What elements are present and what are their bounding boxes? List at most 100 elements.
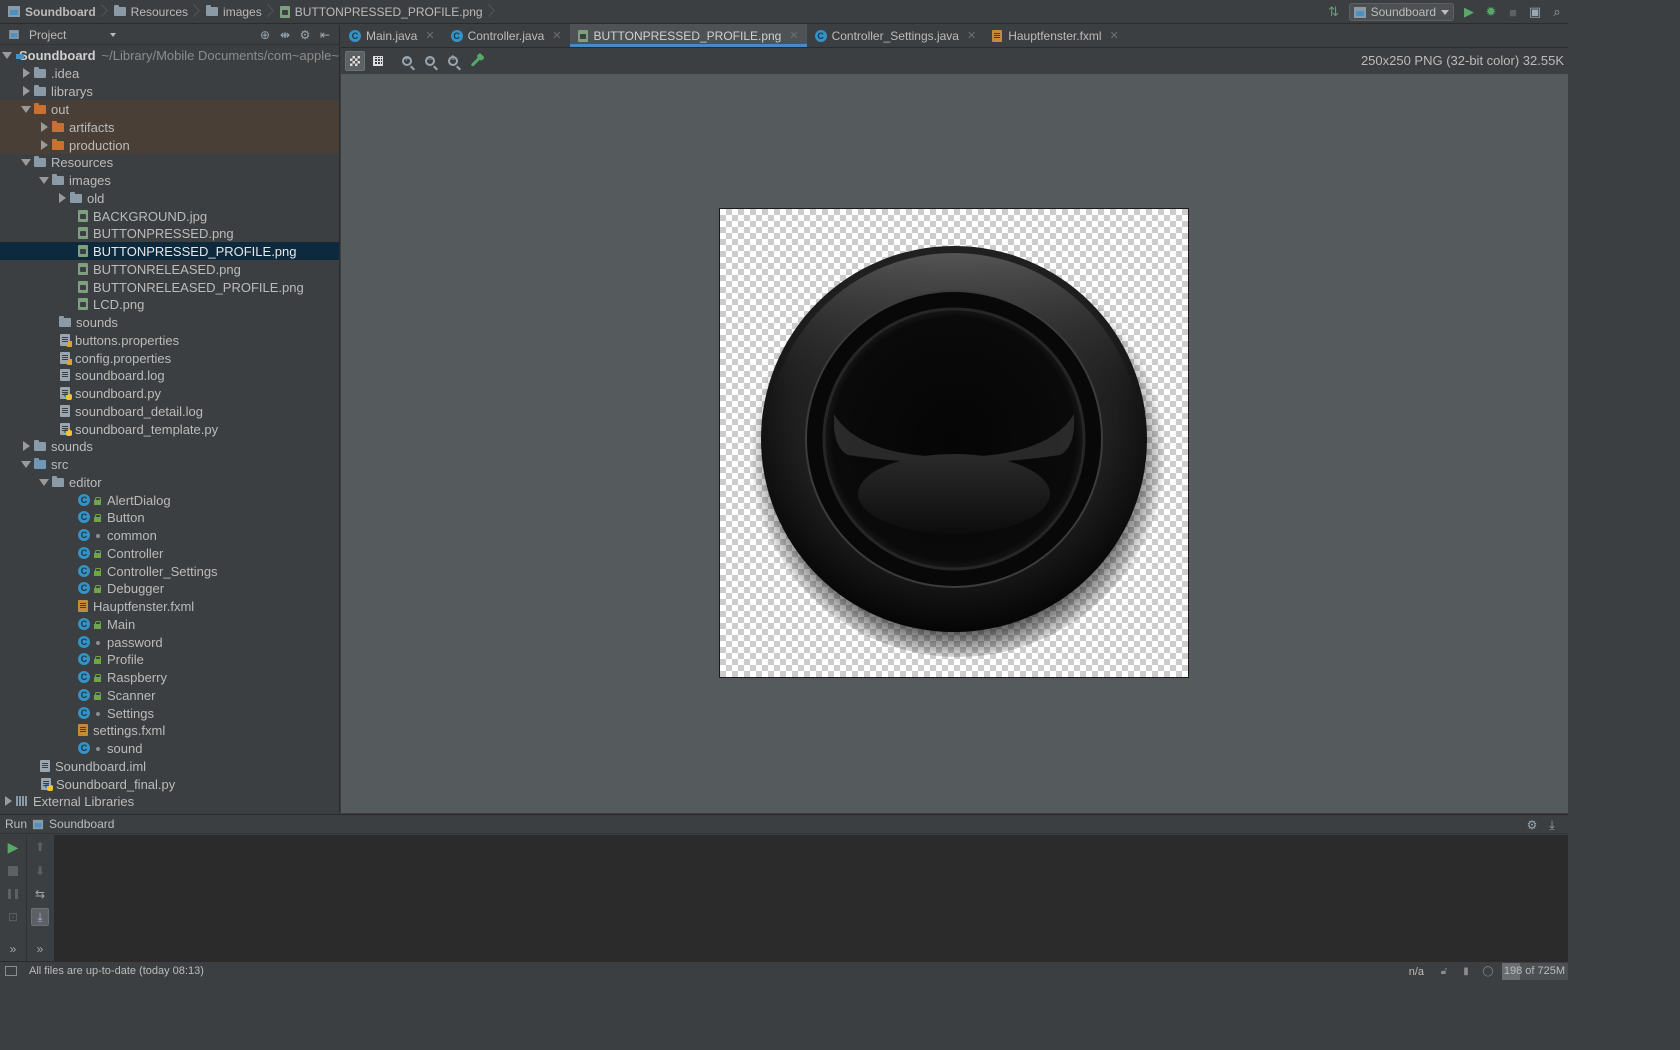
breadcrumb-images[interactable]: images bbox=[200, 0, 266, 24]
expand-arrow-icon[interactable] bbox=[38, 136, 50, 154]
breadcrumb-file[interactable]: BUTTONPRESSED_PROFILE.png bbox=[274, 0, 487, 24]
close-icon[interactable]: ✕ bbox=[552, 29, 561, 42]
tree-item-class[interactable]: C common bbox=[0, 526, 339, 544]
tree-item-folder[interactable]: sounds bbox=[0, 313, 339, 331]
close-icon[interactable]: ✕ bbox=[1110, 29, 1119, 42]
memory-indicator[interactable]: 198 of 725M bbox=[1502, 963, 1568, 980]
expand-arrow-icon[interactable] bbox=[2, 792, 14, 810]
tree-item-file[interactable]: soundboard.py bbox=[0, 384, 339, 402]
scroll-down-icon[interactable]: ⬇ bbox=[31, 862, 49, 880]
tree-item-file[interactable]: Soundboard.iml bbox=[0, 757, 339, 775]
chevron-down-icon[interactable] bbox=[110, 32, 117, 37]
collapse-arrow-icon[interactable] bbox=[20, 455, 32, 473]
locate-file-icon[interactable]: ⊕ bbox=[255, 28, 275, 42]
toggle-grid-button[interactable] bbox=[368, 51, 388, 71]
tree-item-class[interactable]: C Controller_Settings bbox=[0, 562, 339, 580]
run-console[interactable]: ▶ ⊡ » ⬆ ⬇ ⇆ ⤓ » bbox=[0, 835, 1568, 961]
tree-item-class[interactable]: C Profile bbox=[0, 650, 339, 668]
tree-item-class[interactable]: C password bbox=[0, 633, 339, 651]
tab-buttonpressed-profile-png[interactable]: BUTTONPRESSED_PROFILE.png ✕ bbox=[569, 24, 807, 47]
project-view-select[interactable]: Project bbox=[29, 28, 66, 42]
tree-item-root[interactable]: Soundboard ~/Library/Mobile Documents/co… bbox=[0, 46, 339, 64]
tree-item-folder[interactable]: production bbox=[0, 136, 339, 154]
tree-item-class[interactable]: C Controller bbox=[0, 544, 339, 562]
zoom-in-button[interactable] bbox=[397, 51, 417, 71]
hide-panel-icon[interactable]: ⤓ bbox=[1542, 818, 1562, 833]
run-panel-title[interactable]: Run bbox=[0, 817, 27, 831]
expand-arrow-icon[interactable] bbox=[20, 437, 32, 455]
collapse-arrow-icon[interactable] bbox=[38, 171, 50, 189]
scroll-to-end-icon[interactable]: ⤓ bbox=[31, 908, 49, 926]
tree-item-folder[interactable]: images bbox=[0, 171, 339, 189]
tree-item-file[interactable]: soundboard_template.py bbox=[0, 420, 339, 438]
search-everywhere-icon[interactable]: ⌕ bbox=[1546, 1, 1568, 23]
tree-item-class[interactable]: C AlertDialog bbox=[0, 491, 339, 509]
collapse-all-icon[interactable]: ⇼ bbox=[275, 28, 295, 42]
toggle-transparency-chessboard-button[interactable] bbox=[345, 51, 365, 71]
project-structure-icon[interactable]: ▣ bbox=[1524, 1, 1546, 23]
rerun-icon[interactable]: ▶ bbox=[4, 838, 22, 856]
pause-icon[interactable] bbox=[4, 885, 22, 903]
close-icon[interactable]: ✕ bbox=[789, 29, 798, 42]
tree-item-file[interactable]: LCD.png bbox=[0, 295, 339, 313]
run-icon[interactable]: ▶ bbox=[1458, 1, 1480, 23]
expand-arrow-icon[interactable] bbox=[20, 82, 32, 100]
tree-item-file[interactable]: settings.fxml bbox=[0, 721, 339, 739]
image-canvas[interactable] bbox=[341, 74, 1568, 813]
image-preview[interactable] bbox=[719, 208, 1189, 678]
tree-item-file[interactable]: Soundboard_final.py bbox=[0, 775, 339, 793]
tree-item-file[interactable]: BACKGROUND.jpg bbox=[0, 207, 339, 225]
collapse-arrow-icon[interactable] bbox=[38, 473, 50, 491]
close-icon[interactable]: ✕ bbox=[967, 29, 976, 42]
expand-arrow-icon[interactable] bbox=[20, 64, 32, 82]
tool-windows-toggle-icon[interactable] bbox=[5, 966, 17, 976]
tree-item-file[interactable]: config.properties bbox=[0, 349, 339, 367]
tree-item-file[interactable]: soundboard_detail.log bbox=[0, 402, 339, 420]
tab-hauptfenster-fxml[interactable]: Hauptfenster.fxml ✕ bbox=[984, 24, 1127, 47]
tree-item-file[interactable]: BUTTONRELEASED.png bbox=[0, 260, 339, 278]
tree-item-external-libraries[interactable]: External Libraries bbox=[0, 792, 339, 810]
tree-item-file[interactable]: Hauptfenster.fxml bbox=[0, 597, 339, 615]
tree-item-file[interactable]: BUTTONPRESSED.png bbox=[0, 224, 339, 242]
tree-item-file[interactable]: buttons.properties bbox=[0, 331, 339, 349]
tree-item-folder[interactable]: sounds bbox=[0, 437, 339, 455]
expand-arrow-icon[interactable] bbox=[38, 118, 50, 136]
stop-icon[interactable] bbox=[4, 862, 22, 880]
dump-threads-icon[interactable]: ⊡ bbox=[4, 908, 22, 926]
tree-item-file[interactable]: soundboard.log bbox=[0, 366, 339, 384]
breadcrumb-resources[interactable]: Resources bbox=[108, 0, 192, 24]
gear-icon[interactable]: ⚙ bbox=[295, 28, 315, 42]
tree-item-folder[interactable]: out bbox=[0, 100, 339, 118]
tree-item-class[interactable]: C Button bbox=[0, 508, 339, 526]
hide-panel-icon[interactable]: ⇤ bbox=[315, 28, 335, 42]
event-log-icon[interactable]: ◯ bbox=[1480, 966, 1496, 977]
breadcrumb-project[interactable]: Soundboard bbox=[0, 0, 100, 24]
collapse-arrow-icon[interactable] bbox=[20, 153, 32, 171]
tree-item-folder[interactable]: artifacts bbox=[0, 118, 339, 136]
stop-icon[interactable]: ■ bbox=[1502, 1, 1524, 23]
scroll-up-icon[interactable]: ⬆ bbox=[31, 838, 49, 856]
debug-icon[interactable]: ✹ bbox=[1480, 1, 1502, 23]
tree-item-package[interactable]: editor bbox=[0, 473, 339, 491]
build-icon[interactable]: ⇅ bbox=[1323, 1, 1345, 23]
run-configuration-select[interactable]: Soundboard bbox=[1348, 3, 1454, 21]
more-actions-icon[interactable]: » bbox=[31, 940, 49, 958]
color-picker-button[interactable] bbox=[466, 51, 486, 71]
tree-item-class[interactable]: C Debugger bbox=[0, 579, 339, 597]
tree-item-file-selected[interactable]: BUTTONPRESSED_PROFILE.png bbox=[0, 242, 339, 260]
tab-controller-java[interactable]: C Controller.java ✕ bbox=[443, 24, 570, 47]
soft-wrap-icon[interactable]: ⇆ bbox=[31, 885, 49, 903]
actual-size-button[interactable] bbox=[443, 51, 463, 71]
expand-arrow-icon[interactable] bbox=[56, 189, 68, 207]
inspector-icon[interactable]: ▮ bbox=[1458, 966, 1474, 977]
close-icon[interactable]: ✕ bbox=[425, 29, 434, 42]
tree-item-class[interactable]: C Raspberry bbox=[0, 668, 339, 686]
tab-main-java[interactable]: C Main.java ✕ bbox=[341, 24, 443, 47]
tree-item-folder[interactable]: src bbox=[0, 455, 339, 473]
tree-item-class[interactable]: C Settings bbox=[0, 704, 339, 722]
gear-icon[interactable]: ⚙ bbox=[1522, 818, 1542, 832]
caret-position[interactable]: n/a bbox=[1409, 966, 1424, 978]
tree-item-file[interactable]: BUTTONRELEASED_PROFILE.png bbox=[0, 278, 339, 296]
collapse-arrow-icon[interactable] bbox=[20, 100, 32, 118]
tree-item-class[interactable]: C sound bbox=[0, 739, 339, 757]
